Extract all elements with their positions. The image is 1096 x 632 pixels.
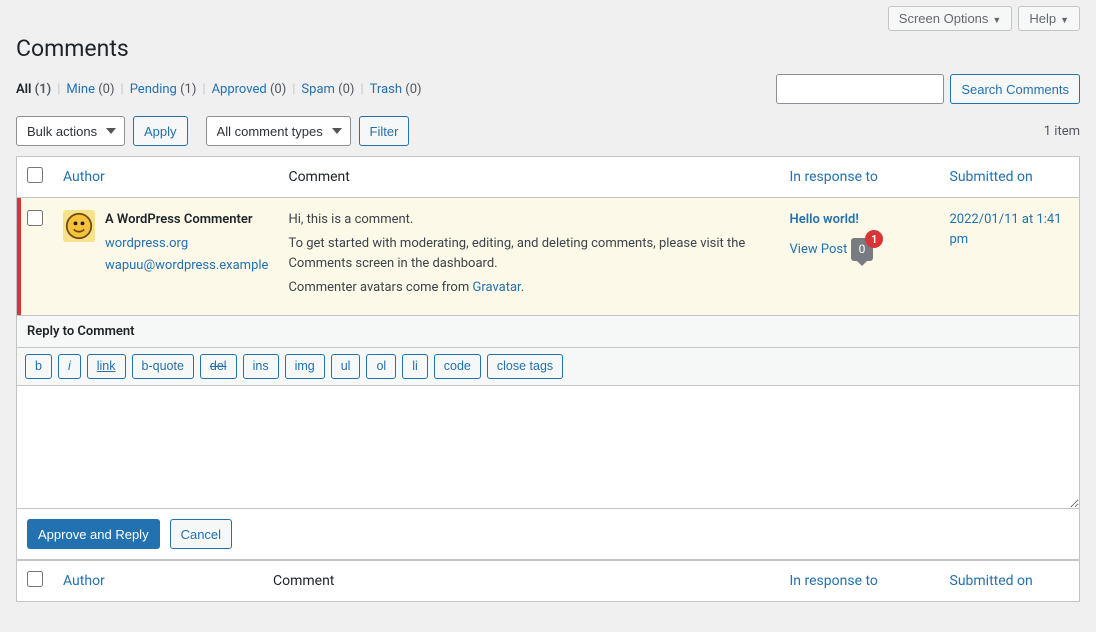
qt-ins[interactable]: ins xyxy=(243,354,279,380)
col-response-bottom[interactable]: In response to xyxy=(790,573,878,589)
screen-options-label: Screen Options xyxy=(899,11,989,26)
select-all-checkbox-bottom[interactable] xyxy=(27,571,43,587)
response-post-link[interactable]: Hello world! xyxy=(790,212,859,227)
qt-img[interactable]: img xyxy=(285,354,325,380)
author-name: A WordPress Commenter xyxy=(105,210,268,230)
filter-all[interactable]: All (1) xyxy=(16,82,51,97)
view-post-link[interactable]: View Post xyxy=(790,242,848,257)
author-url-link[interactable]: wordpress.org xyxy=(105,234,268,254)
bulk-actions-select[interactable]: Bulk actions xyxy=(16,116,125,146)
reply-box: Reply to Comment b i link b-quote del in… xyxy=(16,316,1080,561)
filter-pending[interactable]: Pending (1) xyxy=(130,82,197,97)
qt-link[interactable]: link xyxy=(87,354,126,380)
avatar xyxy=(63,210,95,242)
bulk-apply-button[interactable]: Apply xyxy=(133,116,188,146)
chevron-down-icon: ▼ xyxy=(992,15,1001,25)
search-input[interactable] xyxy=(776,74,944,104)
select-all-checkbox[interactable] xyxy=(27,167,43,183)
gravatar-link[interactable]: Gravatar xyxy=(472,280,520,295)
approve-and-reply-button[interactable]: Approve and Reply xyxy=(27,519,160,549)
qt-italic[interactable]: i xyxy=(58,354,81,380)
qt-ul[interactable]: ul xyxy=(331,354,361,380)
col-author[interactable]: Author xyxy=(63,169,105,185)
comments-table: Author Comment In response to Submitted … xyxy=(16,156,1080,316)
comment-body: Hi, this is a comment. To get started wi… xyxy=(288,210,769,299)
filter-mine[interactable]: Mine (0) xyxy=(66,82,114,97)
col-comment-bottom: Comment xyxy=(263,561,780,602)
screen-options-button[interactable]: Screen Options ▼ xyxy=(888,6,1013,31)
col-author-bottom[interactable]: Author xyxy=(63,573,105,589)
qt-code[interactable]: code xyxy=(434,354,481,380)
filter-trash[interactable]: Trash (0) xyxy=(370,82,422,97)
chevron-down-icon: ▼ xyxy=(1060,15,1069,25)
col-date-bottom[interactable]: Submitted on xyxy=(950,573,1033,589)
qt-close[interactable]: close tags xyxy=(487,354,563,380)
quicktags-toolbar: b i link b-quote del ins img ul ol li co… xyxy=(17,348,1079,387)
qt-bquote[interactable]: b-quote xyxy=(132,354,194,380)
row-checkbox[interactable] xyxy=(27,210,43,226)
help-label: Help xyxy=(1029,11,1056,26)
filter-approved[interactable]: Approved (0) xyxy=(212,82,287,97)
search-button[interactable]: Search Comments xyxy=(950,74,1080,104)
author-email-link[interactable]: wapuu@wordpress.example xyxy=(105,256,268,276)
col-comment: Comment xyxy=(278,157,779,198)
table-row: A WordPress Commenter wordpress.org wapu… xyxy=(17,198,1080,316)
item-count: 1 item xyxy=(1044,124,1080,139)
cancel-reply-button[interactable]: Cancel xyxy=(170,519,232,549)
reply-textarea[interactable] xyxy=(17,386,1079,508)
qt-del[interactable]: del xyxy=(200,354,237,380)
qt-bold[interactable]: b xyxy=(25,354,52,380)
filter-spam[interactable]: Spam (0) xyxy=(301,82,354,97)
col-date[interactable]: Submitted on xyxy=(950,169,1033,185)
page-title: Comments xyxy=(16,31,1080,74)
col-response[interactable]: In response to xyxy=(790,169,878,185)
submitted-date-link[interactable]: 2022/01/11 at 1:41 pm xyxy=(950,212,1062,247)
qt-ol[interactable]: ol xyxy=(366,354,396,380)
reply-title: Reply to Comment xyxy=(17,316,1079,348)
comment-count-bubble[interactable]: 0 1 xyxy=(851,238,874,261)
help-button[interactable]: Help ▼ xyxy=(1018,6,1080,31)
wapuu-icon xyxy=(65,212,93,240)
qt-li[interactable]: li xyxy=(402,354,428,380)
comment-type-select[interactable]: All comment types xyxy=(206,116,351,146)
filter-button[interactable]: Filter xyxy=(359,116,410,146)
status-filter-tabs: All (1)| Mine (0)| Pending (1)| Approved… xyxy=(16,82,422,97)
comments-table-footer: Author Comment In response to Submitted … xyxy=(16,560,1080,602)
pending-badge: 1 xyxy=(865,230,883,248)
